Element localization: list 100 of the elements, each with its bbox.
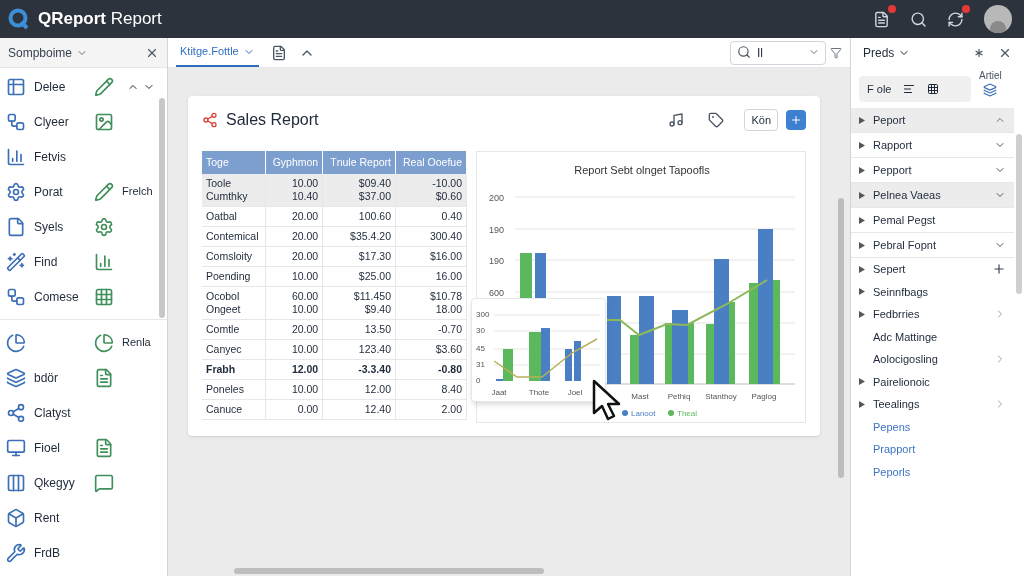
expand-arrow-icon[interactable]: [859, 288, 865, 296]
expand-arrow-icon[interactable]: [859, 116, 865, 124]
chart-bar: [574, 341, 581, 381]
scrollbar[interactable]: [1016, 134, 1022, 294]
table-row[interactable]: Toole Cumthky 10.00 10.40 $09.40 $37.00 -10.00 $0.60: [202, 174, 467, 207]
pencil-icon[interactable]: [94, 181, 114, 202]
table-row[interactable]: Canuce 0.00 12.40 2.00: [202, 399, 467, 420]
toolbar-label: F ole: [867, 81, 892, 97]
document-icon[interactable]: [94, 367, 114, 388]
avatar[interactable]: [984, 5, 1012, 33]
tree-item[interactable]: Sepert: [851, 258, 1014, 281]
speech-bubble-icon[interactable]: [94, 472, 114, 493]
section-header[interactable]: Peport: [851, 108, 1014, 133]
image-icon[interactable]: [94, 111, 114, 132]
table-row[interactable]: Poneles 10.00 12.00 8.40: [202, 379, 467, 400]
tag-icon[interactable]: [708, 112, 725, 128]
document-icon[interactable]: [873, 10, 890, 28]
expand-arrow-icon[interactable]: [859, 265, 865, 273]
expand-arrow-icon[interactable]: [859, 310, 865, 318]
table-cell: Oatbal: [202, 206, 266, 227]
section-label: Pepport: [873, 162, 912, 178]
box-icon[interactable]: [6, 507, 26, 528]
report-icon: [202, 112, 218, 128]
table-row[interactable]: Oatbal 20.00 100.60 0.40: [202, 206, 467, 227]
gear-icon[interactable]: [6, 181, 26, 202]
file-icon[interactable]: [6, 216, 26, 237]
axis-label: Pethiq: [667, 392, 691, 401]
link[interactable]: Pepens: [851, 415, 1014, 438]
scrollbar[interactable]: [838, 198, 844, 478]
expand-arrow-icon[interactable]: [859, 241, 865, 249]
table-row[interactable]: Comsloity 20.00 $17.30 $16.00: [202, 246, 467, 267]
table-cell: 10.00: [265, 379, 323, 400]
table-row[interactable]: Canyec 10.00 123.40 $3.60: [202, 339, 467, 360]
tree-item[interactable]: Aolocigosling: [851, 348, 1014, 371]
table-icon[interactable]: [6, 76, 26, 97]
tool-label: Comese: [34, 288, 79, 306]
layers-icon[interactable]: [983, 83, 998, 97]
action-button[interactable]: Kön: [744, 109, 778, 131]
table-row[interactable]: Ocobol Ongeet 60.00 10.00 $11.450 $9.40 $10.78 18.00: [202, 286, 467, 320]
table-row[interactable]: Comtle 20.00 13.50 -0.70: [202, 319, 467, 340]
wand-icon[interactable]: [6, 251, 26, 272]
scrollbar[interactable]: [159, 98, 165, 318]
link[interactable]: Peporls: [851, 460, 1014, 483]
table-row[interactable]: Frabh 12.00 -3.3.40 -0.80: [202, 359, 467, 380]
axis-label: 300: [476, 310, 490, 319]
expand-arrow-icon[interactable]: [859, 166, 865, 174]
expand-arrow-icon[interactable]: [859, 378, 865, 386]
table-row[interactable]: Contemical 20.00 $35.4.20 300.40: [202, 226, 467, 247]
link[interactable]: Prapport: [851, 438, 1014, 461]
pie-icon[interactable]: [6, 332, 26, 353]
pencil-icon[interactable]: [94, 76, 114, 97]
filter-icon[interactable]: [830, 46, 842, 59]
table-cell: 8.40: [395, 379, 467, 400]
tree-item[interactable]: Adc Mattinge: [851, 325, 1014, 348]
tree-item[interactable]: Seinnfbags: [851, 280, 1014, 303]
axis-label: 30: [476, 326, 485, 335]
tool-label: Fetvis: [34, 148, 66, 166]
columns-icon[interactable]: [6, 472, 26, 493]
pin-icon[interactable]: [972, 46, 986, 60]
table-row[interactable]: Poending 10.00 $25.00 16.00: [202, 266, 467, 287]
flow-icon[interactable]: [6, 111, 26, 132]
axis-label: Mast: [631, 392, 649, 401]
tool-label: Find: [34, 253, 58, 271]
document-icon[interactable]: [94, 437, 114, 458]
monitor-icon[interactable]: [6, 437, 26, 458]
align-icon[interactable]: [903, 83, 916, 95]
table-cell: -0.80: [395, 359, 467, 380]
table-cell: 0.40: [395, 206, 467, 227]
section-header[interactable]: Pelnea Vaeas: [851, 183, 1014, 208]
chart-icon[interactable]: [94, 251, 114, 272]
tree-item[interactable]: Fedbrries: [851, 303, 1014, 326]
axis-label: Paglog: [751, 392, 777, 401]
expand-arrow-icon[interactable]: [859, 400, 865, 408]
search-field[interactable]: Il: [730, 41, 826, 65]
search-icon[interactable]: [910, 10, 927, 28]
plus-icon[interactable]: [992, 262, 1006, 277]
expand-arrow-icon[interactable]: [859, 141, 865, 149]
gear-icon[interactable]: [94, 216, 114, 237]
panel-dropdown[interactable]: Preds: [863, 44, 911, 62]
flow-icon[interactable]: [6, 286, 26, 307]
document-icon[interactable]: [270, 44, 287, 61]
wrench-icon[interactable]: [6, 542, 26, 563]
tree-item[interactable]: Teealings: [851, 393, 1014, 416]
layers-icon[interactable]: [6, 367, 26, 388]
tool-label: Frelch: [122, 184, 153, 200]
expand-arrow-icon[interactable]: [859, 191, 865, 199]
section-label: Pemal Pegst: [873, 212, 936, 228]
chart-icon[interactable]: [6, 146, 26, 167]
scrollbar[interactable]: [234, 568, 544, 574]
close-icon[interactable]: [998, 46, 1012, 60]
section-label: Pelnea Vaeas: [873, 187, 941, 203]
add-button[interactable]: [786, 110, 806, 130]
tree-item[interactable]: Pairelionoic: [851, 370, 1014, 393]
share-icon[interactable]: [6, 402, 26, 423]
expand-arrow-icon[interactable]: [859, 216, 865, 224]
grid-icon[interactable]: [927, 83, 940, 95]
note-icon[interactable]: [668, 112, 685, 128]
refresh-icon[interactable]: [947, 10, 964, 28]
pie-icon[interactable]: [94, 332, 114, 353]
axis-label: 190: [489, 256, 505, 266]
